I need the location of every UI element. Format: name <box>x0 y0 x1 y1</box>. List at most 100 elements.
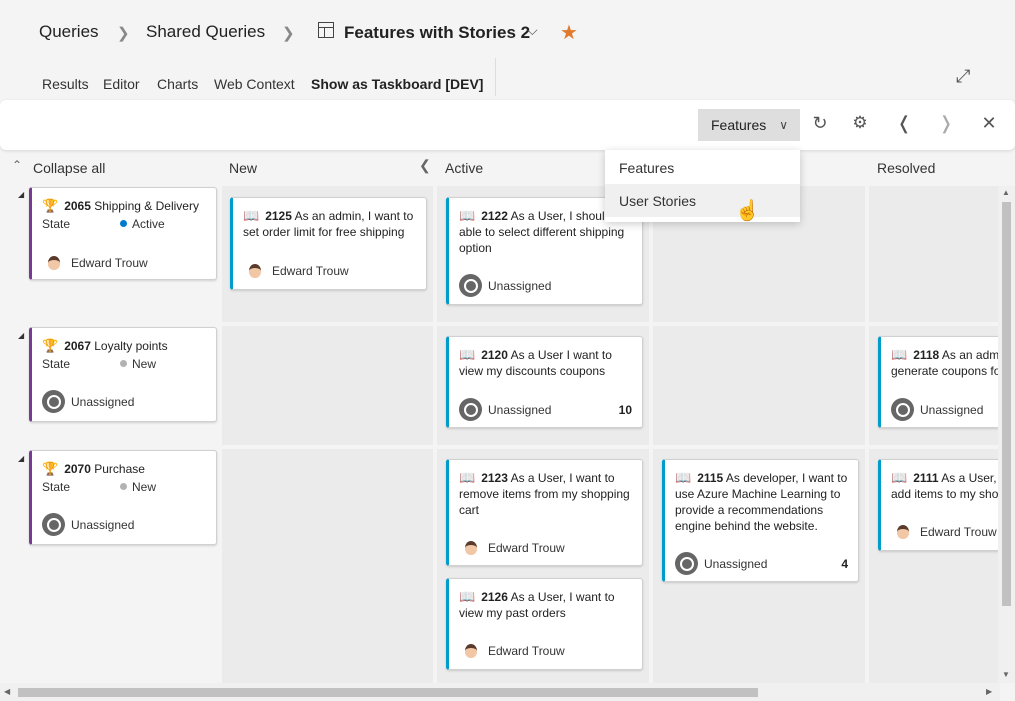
query-tree-icon <box>318 22 334 38</box>
next-icon[interactable]: ❭ <box>935 113 957 134</box>
expand-icon[interactable]: ⤢ <box>956 66 970 87</box>
trophy-icon: 🏆 <box>42 198 59 213</box>
avatar <box>891 520 914 543</box>
feature-id: 2067 <box>64 339 91 353</box>
column-header-new: New <box>229 160 258 176</box>
row-collapse-icon[interactable]: ◢ <box>18 331 24 340</box>
view-selector-button[interactable]: Features ∨ <box>698 109 800 141</box>
story-card[interactable]: 📖 2125 As an admin, I want to set order l… <box>230 197 427 290</box>
collapse-all-button[interactable]: Collapse all <box>33 160 105 176</box>
assignee-name: Unassigned <box>920 402 984 417</box>
story-card[interactable]: 📖 2126 As a User, I want to view my past … <box>446 578 643 670</box>
breadcrumb-shared-queries[interactable]: Shared Queries <box>146 22 265 42</box>
story-id: 2115 <box>697 471 724 485</box>
story-card[interactable]: 📖2111 As a User, I want to add items to … <box>878 459 998 551</box>
state-label: State <box>42 480 71 494</box>
board-header: ⌃ Collapse all New ❮ Active Resolved <box>0 154 1000 182</box>
state-value: New <box>132 357 157 371</box>
tab-charts[interactable]: Charts <box>157 76 198 92</box>
collapse-all-icon[interactable]: ⌃ <box>12 158 22 172</box>
avatar <box>459 639 482 662</box>
menu-item-features[interactable]: Features <box>605 151 800 184</box>
assignee-name: Unassigned <box>71 394 135 409</box>
scroll-right-icon[interactable]: ▶ <box>986 687 992 696</box>
tab-editor[interactable]: Editor <box>103 76 140 92</box>
view-dropdown-menu: Features User Stories <box>605 150 800 222</box>
taskboard-grid: ◢ ◢ ◢ 🏆 2065 Shipping & Delivery State Ac… <box>0 186 998 683</box>
book-icon: 📖 <box>459 470 476 485</box>
chevron-down-icon: ∨ <box>779 118 788 132</box>
story-card[interactable]: 📖2118 As an admin I want to generate cou… <box>878 336 998 428</box>
book-icon: 📖 <box>891 470 908 485</box>
gear-icon[interactable]: ⚙ <box>849 113 871 133</box>
tab-web-context[interactable]: Web Context <box>214 76 295 92</box>
feature-card[interactable]: 🏆 2065 Shipping & Delivery State Active E… <box>29 187 217 280</box>
story-id: 2118 <box>913 348 940 362</box>
story-id: 2122 <box>481 209 508 223</box>
feature-card[interactable]: 🏆 2070 Purchase State New Unassigned <box>29 450 217 545</box>
avatar <box>42 251 65 274</box>
cell-new-row2 <box>222 326 433 445</box>
unassigned-avatar-icon <box>891 398 914 421</box>
vertical-scroll-thumb[interactable] <box>1002 202 1011 606</box>
assignee-name: Unassigned <box>704 556 768 571</box>
cell-new-row3 <box>222 449 433 683</box>
tab-taskboard[interactable]: Show as Taskboard [DEV] <box>311 76 483 92</box>
avatar <box>459 536 482 559</box>
cell-col3-row2 <box>653 326 865 445</box>
assignee-name: Unassigned <box>488 402 552 417</box>
assignee-name: Edward Trouw <box>920 524 997 539</box>
feature-id: 2065 <box>64 199 91 213</box>
effort-value: 4 <box>841 557 848 571</box>
chevron-left-icon[interactable]: ❮ <box>419 157 431 174</box>
feature-card[interactable]: 🏆 2067 Loyalty points State New Unassigne… <box>29 327 217 422</box>
feature-title: Loyalty points <box>94 339 168 353</box>
vertical-scrollbar[interactable]: ▲ ▼ <box>998 186 1015 683</box>
story-id: 2120 <box>481 348 508 362</box>
story-card[interactable]: 📖 2120 As a User I want to view my discou… <box>446 336 643 428</box>
scroll-up-icon[interactable]: ▲ <box>1002 188 1010 197</box>
assignee-name: Unassigned <box>71 517 135 532</box>
horizontal-scroll-thumb[interactable] <box>18 688 758 697</box>
feature-id: 2070 <box>64 462 91 476</box>
scroll-left-icon[interactable]: ◀ <box>4 687 10 696</box>
story-id: 2125 <box>265 209 292 223</box>
avatar <box>243 259 266 282</box>
story-id: 2126 <box>481 590 508 604</box>
column-header-active: Active <box>445 160 484 176</box>
previous-icon[interactable]: ❬ <box>893 113 915 134</box>
close-icon[interactable]: ✕ <box>978 113 1000 134</box>
breadcrumb-queries[interactable]: Queries <box>39 22 99 42</box>
book-icon: 📖 <box>891 347 908 362</box>
horizontal-scrollbar[interactable]: ◀ ▶ <box>0 683 1000 701</box>
story-card[interactable]: 📖 2115 As developer, I want to use Azure … <box>662 459 859 582</box>
unassigned-avatar-icon <box>459 398 482 421</box>
effort-value: 10 <box>618 403 632 417</box>
trophy-icon: 🏆 <box>42 338 59 353</box>
unassigned-avatar-icon <box>675 552 698 575</box>
row-collapse-icon[interactable]: ◢ <box>18 454 24 463</box>
assignee-name: Edward Trouw <box>488 540 565 555</box>
story-id: 2111 <box>913 471 939 485</box>
menu-item-user-stories[interactable]: User Stories <box>605 184 800 217</box>
refresh-icon[interactable]: ↻ <box>809 113 831 134</box>
row-collapse-icon[interactable]: ◢ <box>18 190 24 199</box>
cell-resolved-row1 <box>869 186 998 322</box>
state-dot <box>120 360 127 367</box>
state-label: State <box>42 217 71 231</box>
feature-title: Purchase <box>94 462 145 476</box>
scroll-down-icon[interactable]: ▼ <box>1002 670 1010 679</box>
favorite-star-icon[interactable]: ★ <box>560 20 578 45</box>
unassigned-avatar-icon <box>459 274 482 297</box>
chevron-right-icon: ❯ <box>282 25 295 42</box>
chevron-down-icon[interactable]: ⌵ <box>527 22 538 39</box>
state-dot <box>120 483 127 490</box>
page-title: Features with Stories 2 <box>344 23 531 42</box>
book-icon: 📖 <box>459 589 476 604</box>
hand-cursor-icon: ☝ <box>735 200 760 222</box>
tab-results[interactable]: Results <box>42 76 89 92</box>
book-icon: 📖 <box>243 208 260 223</box>
assignee-name: Unassigned <box>488 278 552 293</box>
story-card[interactable]: 📖 2123 As a User, I want to remove items … <box>446 459 643 566</box>
assignee-name: Edward Trouw <box>488 643 565 658</box>
